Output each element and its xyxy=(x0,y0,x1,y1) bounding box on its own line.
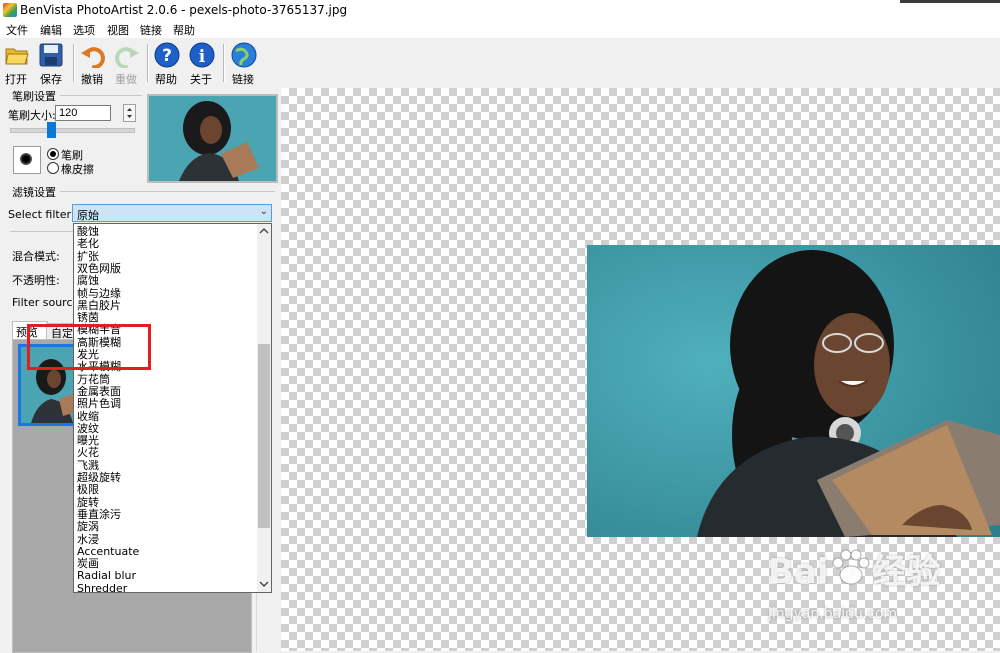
open-label: 打开 xyxy=(5,73,27,86)
filter-select[interactable]: 原始 ⌄ xyxy=(72,204,272,222)
open-button[interactable]: 打开 xyxy=(2,40,32,86)
dropdown-scrollbar-thumb[interactable] xyxy=(258,344,270,528)
filter-section-title: 滤镜设置 xyxy=(12,186,56,199)
woman-reading-photo xyxy=(587,245,1000,537)
app-icon xyxy=(3,3,17,17)
menu-options[interactable]: 选项 xyxy=(73,22,95,38)
filter-option[interactable]: 飞溅 xyxy=(77,459,99,472)
filter-option[interactable]: Radial blur xyxy=(77,570,136,582)
chevron-down-icon[interactable] xyxy=(259,580,269,588)
filter-select-value: 原始 xyxy=(77,209,99,222)
info-icon: i xyxy=(189,42,215,68)
help-button[interactable]: ? 帮助 xyxy=(152,40,182,86)
menu-view[interactable]: 视图 xyxy=(107,22,129,38)
opacity-label: 不透明性: xyxy=(12,274,60,287)
svg-text:i: i xyxy=(199,47,206,67)
redo-icon xyxy=(115,47,139,68)
filter-option[interactable]: Shredder xyxy=(77,582,127,592)
filter-option[interactable]: 万花筒 xyxy=(77,373,110,386)
blend-mode-label: 混合模式: xyxy=(12,250,60,263)
watermark-url: jingyan.baidu.com xyxy=(768,606,898,622)
chevron-down-icon: ⌄ xyxy=(259,206,268,217)
eraser-radio[interactable] xyxy=(47,162,59,174)
window-title: BenVista PhotoArtist 2.0.6 - pexels-phot… xyxy=(20,3,348,17)
menu-edit[interactable]: 编辑 xyxy=(40,22,62,38)
filter-option[interactable]: 曝光 xyxy=(77,435,99,447)
globe-icon xyxy=(231,42,257,68)
baidu-watermark-logo: Bai 经验 xyxy=(768,544,941,593)
help-label: 帮助 xyxy=(155,73,177,86)
link-label: 链接 xyxy=(232,73,254,86)
filter-option[interactable]: 扩张 xyxy=(77,250,99,263)
svg-text:?: ? xyxy=(162,46,172,66)
title-bar: BenVista PhotoArtist 2.0.6 - pexels-phot… xyxy=(0,0,1000,20)
filter-option[interactable]: Accentuate xyxy=(77,545,139,558)
toolbar-separator xyxy=(223,44,225,82)
toolbar: 打开 保存 撤销 重做 ? 帮助 i 关于 链接 xyxy=(0,38,1000,88)
filter-dropdown-list[interactable]: 酸蚀 老化 扩张 双色网版 腐蚀 帧与边缘 黑白胶片 锈茵 模糊半音 高斯模糊 发光 水平模糊 万花筒金… xyxy=(73,223,272,593)
undo-icon xyxy=(81,47,105,68)
menu-help[interactable]: 帮助 xyxy=(173,22,195,38)
filter-option[interactable]: 极限 xyxy=(77,484,99,496)
brush-size-input[interactable] xyxy=(55,105,111,121)
canvas-photo[interactable] xyxy=(587,245,1000,537)
watermark-brand: Bai xyxy=(768,552,829,592)
group-divider xyxy=(10,231,74,232)
about-label: 关于 xyxy=(190,73,212,86)
group-divider xyxy=(60,191,275,192)
redo-button: 重做 xyxy=(112,40,142,86)
menu-bar: 文件 编辑 选项 视图 链接 帮助 xyxy=(0,20,1000,38)
save-button[interactable]: 保存 xyxy=(36,40,66,86)
undo-button[interactable]: 撤销 xyxy=(78,40,108,86)
filter-option[interactable]: 收缩 xyxy=(77,410,99,423)
link-button[interactable]: 链接 xyxy=(229,40,259,86)
brush-size-spinner[interactable] xyxy=(123,104,136,122)
brush-shape-icon xyxy=(20,153,32,165)
folder-open-icon xyxy=(5,48,29,65)
select-filter-label: Select filter: xyxy=(8,208,75,221)
about-button[interactable]: i 关于 xyxy=(187,40,217,86)
watermark-brand-cn: 经验 xyxy=(872,552,941,592)
toolbar-separator xyxy=(147,44,149,82)
undo-label: 撤销 xyxy=(81,73,103,86)
photo-thumbnail xyxy=(149,96,276,181)
title-bar-edge xyxy=(900,0,1000,3)
eraser-radio-label: 橡皮擦 xyxy=(61,163,94,176)
filter-option[interactable]: 照片色调 xyxy=(77,398,121,410)
filter-option[interactable]: 腐蚀 xyxy=(77,275,99,287)
menu-file[interactable]: 文件 xyxy=(6,22,28,38)
help-icon: ? xyxy=(154,42,180,68)
filter-option[interactable]: 黑白胶片 xyxy=(77,299,121,312)
filter-option[interactable]: 旋转 xyxy=(77,496,99,509)
filter-option[interactable]: 帧与边缘 xyxy=(77,287,121,300)
brush-radio[interactable] xyxy=(47,148,59,160)
filter-option[interactable]: 水浸 xyxy=(77,533,99,546)
filter-option[interactable]: 老化 xyxy=(77,238,99,250)
annotation-highlight-box xyxy=(27,324,151,370)
brush-size-slider[interactable] xyxy=(10,128,135,133)
spinner-arrows-icon xyxy=(127,108,132,118)
menu-link[interactable]: 链接 xyxy=(140,22,162,38)
brush-section-title: 笔刷设置 xyxy=(12,90,56,103)
chevron-up-icon[interactable] xyxy=(259,227,269,235)
save-label: 保存 xyxy=(40,73,62,86)
filter-option[interactable]: 旋涡 xyxy=(77,521,99,533)
slider-thumb[interactable] xyxy=(46,122,56,138)
filter-option[interactable]: 波纹 xyxy=(77,422,99,435)
floppy-disk-icon xyxy=(39,43,63,67)
filter-option[interactable]: 炭画 xyxy=(77,558,99,570)
group-divider xyxy=(60,95,142,96)
brush-size-label: 笔刷大小: xyxy=(8,109,56,122)
filter-option[interactable]: 火花 xyxy=(77,447,99,459)
toolbar-separator xyxy=(73,44,75,82)
source-thumbnail xyxy=(147,94,278,183)
redo-label: 重做 xyxy=(115,73,137,86)
paw-icon xyxy=(832,549,870,585)
